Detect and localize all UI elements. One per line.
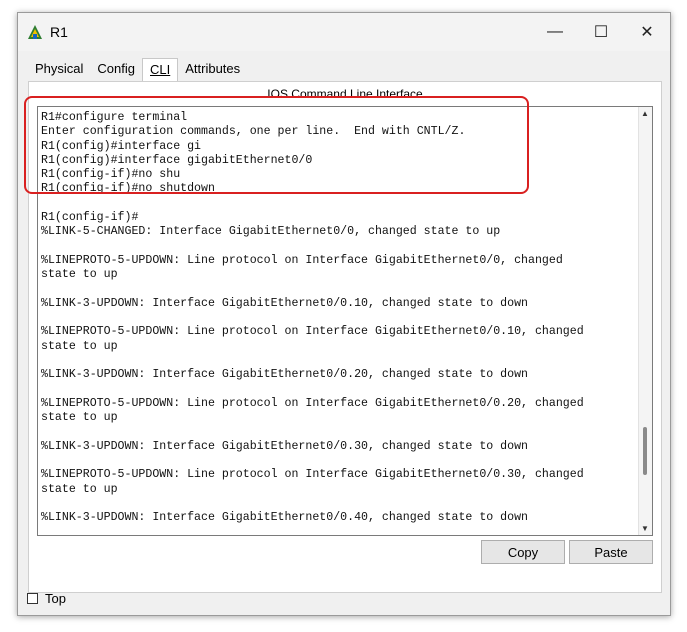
- close-icon: ✕: [640, 24, 654, 41]
- top-toggle[interactable]: Top: [27, 591, 66, 606]
- close-button[interactable]: ✕: [624, 13, 670, 51]
- tab-bar: Physical Config CLI Attributes: [28, 58, 247, 82]
- copy-button[interactable]: Copy: [481, 540, 565, 564]
- router-app-icon: [28, 25, 42, 39]
- cli-terminal[interactable]: R1#configure terminal Enter configuratio…: [37, 106, 653, 536]
- cli-panel: IOS Command Line Interface R1#configure …: [28, 81, 662, 593]
- terminal-output[interactable]: R1#configure terminal Enter configuratio…: [41, 111, 584, 526]
- maximize-icon: ☐: [593, 24, 609, 41]
- top-checkbox[interactable]: [27, 593, 38, 604]
- scroll-thumb[interactable]: [643, 427, 647, 475]
- router-window: R1 — ☐ ✕ Physical Config CLI Attributes …: [17, 12, 671, 616]
- title-bar[interactable]: R1 — ☐ ✕: [18, 13, 670, 51]
- tab-cli[interactable]: CLI: [142, 58, 179, 82]
- tab-attributes[interactable]: Attributes: [178, 58, 247, 82]
- section-title: IOS Command Line Interface: [267, 87, 423, 101]
- window-title: R1: [50, 24, 68, 40]
- tab-physical[interactable]: Physical: [28, 58, 90, 82]
- scroll-up-icon[interactable]: ▲: [641, 109, 649, 118]
- maximize-button[interactable]: ☐: [578, 13, 624, 51]
- scroll-down-icon[interactable]: ▼: [641, 524, 649, 533]
- terminal-scrollbar[interactable]: ▲ ▼: [638, 107, 652, 535]
- paste-button[interactable]: Paste: [569, 540, 653, 564]
- tab-config[interactable]: Config: [90, 58, 142, 82]
- top-label: Top: [45, 591, 66, 606]
- minimize-icon: —: [547, 23, 563, 40]
- minimize-button[interactable]: —: [532, 13, 578, 51]
